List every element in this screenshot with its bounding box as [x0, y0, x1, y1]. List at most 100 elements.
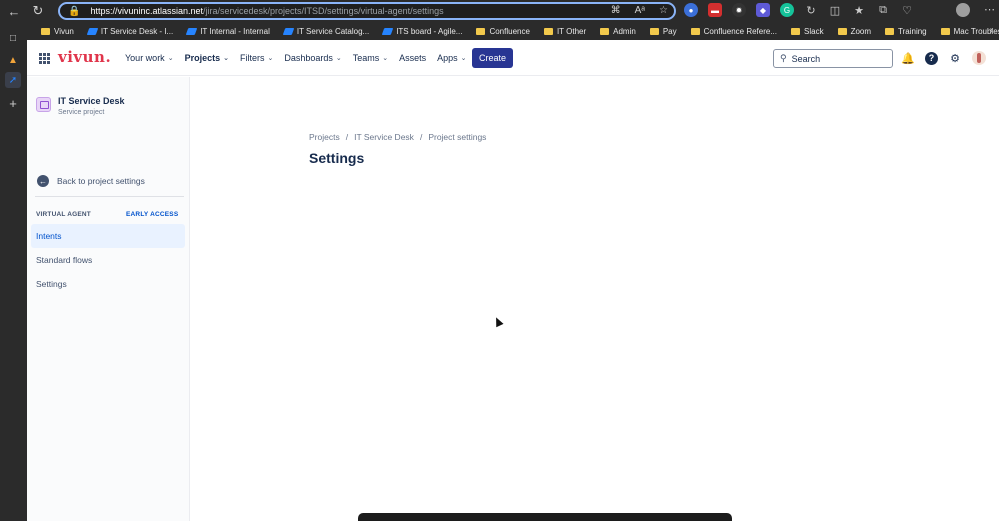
nav-projects[interactable]: Projects ⌄	[185, 53, 229, 63]
chevron-down-icon: ⌄	[460, 55, 467, 62]
extension-teams-icon[interactable]: ◆	[756, 3, 770, 17]
bookmark-label: Pay	[662, 26, 677, 36]
bookmark-item[interactable]: Confluence	[470, 27, 535, 36]
user-avatar[interactable]	[972, 51, 986, 65]
folder-icon	[476, 27, 486, 35]
bookmark-item[interactable]: Zoom	[832, 27, 877, 36]
favorites-icon[interactable]: ★	[852, 3, 866, 17]
breadcrumb-projects[interactable]: Projects	[309, 132, 340, 142]
folder-icon	[837, 27, 847, 35]
section-title: VIRTUAL AGENT	[36, 211, 91, 218]
bookmark-label: Slack	[804, 26, 824, 36]
settings-gear-icon[interactable]: ⚙	[948, 51, 962, 65]
bookmark-item[interactable]: ITS board - Agile...	[377, 27, 468, 36]
address-bar[interactable]: 🔒 https://vivuninc.atlassian.net/jira/se…	[58, 2, 676, 20]
more-menu-icon[interactable]: ⋯	[984, 3, 995, 16]
bookmark-item[interactable]: Confluence Refere...	[685, 27, 783, 36]
url-host: https://vivuninc.atlassian.net	[90, 6, 204, 16]
jira-icon	[86, 27, 99, 35]
sidebar-item-intents[interactable]: Intents	[31, 224, 185, 248]
bookmark-item[interactable]: IT Other	[538, 27, 592, 36]
help-icon[interactable]: ?	[925, 51, 938, 65]
breadcrumb-it-service-desk[interactable]: IT Service Desk	[354, 132, 414, 142]
folder-icon	[543, 27, 553, 35]
health-icon[interactable]: ♡	[900, 3, 914, 17]
nav-your-work[interactable]: Your work ⌄	[125, 53, 174, 63]
nav-label: Your work	[125, 53, 165, 63]
vivun-folder-icon	[41, 27, 50, 35]
bookmark-item[interactable]: Pay	[644, 27, 683, 36]
back-to-project-settings-link[interactable]: ← Back to project settings	[37, 175, 145, 187]
nav-teams[interactable]: Teams ⌄	[353, 53, 388, 63]
browser-window: ← ↻ 🔒 https://vivuninc.atlassian.net/jir…	[0, 0, 999, 521]
nav-assets[interactable]: Assets	[399, 53, 426, 63]
qr-code-icon[interactable]: ⌘	[611, 5, 621, 16]
browser-toolbar: ← ↻ 🔒 https://vivuninc.atlassian.net/jir…	[0, 0, 999, 22]
notifications-icon[interactable]: 🔔	[901, 51, 915, 65]
main-menu: Your work ⌄ Projects ⌄ Filters ⌄ Dashboards ⌄ Te…	[125, 40, 467, 76]
breadcrumb: Projects / IT Service Desk / Project set…	[309, 132, 486, 142]
nav-label: Projects	[184, 53, 221, 63]
lock-icon: 🔒	[68, 5, 81, 17]
folder-icon	[791, 27, 800, 35]
read-aloud-icon[interactable]: Aᵃ	[635, 5, 645, 16]
mouse-cursor-icon	[492, 315, 504, 328]
back-label: Back to project settings	[57, 176, 145, 186]
split-screen-icon[interactable]: ◫	[828, 3, 842, 17]
bookmark-item[interactable]: Slack	[785, 27, 830, 36]
new-tab-icon[interactable]: +	[5, 95, 21, 111]
bookmark-item[interactable]: Admin	[594, 27, 642, 36]
bookmark-label: Training	[898, 26, 927, 36]
reload-icon[interactable]: ↻	[28, 1, 48, 21]
bookmark-label: IT Internal - Internal	[200, 26, 270, 36]
extension-gear-icon[interactable]: ✹	[732, 3, 746, 17]
bookmark-label: Confluence	[489, 26, 530, 36]
nav-filters[interactable]: Filters ⌄	[240, 53, 273, 63]
refresh-extension-icon[interactable]: ↻	[804, 3, 818, 17]
tab-jira-icon[interactable]: ➚	[5, 72, 21, 88]
breadcrumb-separator: /	[419, 132, 423, 142]
app-switcher-icon[interactable]	[39, 53, 50, 64]
bookmark-item[interactable]: Vivun	[35, 27, 80, 36]
bookmark-label: Zoom	[850, 26, 872, 36]
sidebar-divider	[35, 196, 184, 197]
arrow-left-icon: ←	[37, 175, 49, 187]
nav-label: Dashboards	[284, 53, 333, 63]
screen-share-bar	[358, 513, 732, 521]
jira-icon	[381, 27, 394, 35]
vivun-logo[interactable]: vivun.	[58, 48, 111, 66]
folder-icon	[649, 27, 659, 35]
search-icon: ⚲	[780, 53, 787, 63]
breadcrumb-project-settings[interactable]: Project settings	[428, 132, 486, 142]
collections-icon[interactable]: ⧉	[876, 3, 890, 17]
bookmark-item[interactable]: IT Internal - Internal	[181, 27, 276, 36]
grammarly-icon[interactable]: G	[780, 3, 794, 17]
favorite-star-icon[interactable]: ☆	[659, 5, 668, 16]
tab-actions-icon[interactable]: □	[5, 30, 21, 46]
chevron-down-icon: ⌄	[223, 55, 229, 62]
bookmark-label: IT Other	[556, 26, 587, 36]
nav-apps[interactable]: Apps ⌄	[437, 53, 466, 63]
service-project-icon	[36, 97, 51, 112]
project-name[interactable]: IT Service Desk	[58, 96, 125, 106]
search-input[interactable]: ⚲ Search	[773, 49, 893, 68]
extension-red-icon[interactable]: ▬	[708, 3, 722, 17]
nav-dashboards[interactable]: Dashboards ⌄	[284, 53, 341, 63]
chevron-right-icon[interactable]: ›	[990, 25, 993, 36]
profile-avatar-icon[interactable]	[956, 3, 970, 17]
bookmark-label: ITS board - Agile...	[396, 26, 463, 36]
sidebar-item-standard-flows[interactable]: Standard flows	[31, 248, 185, 272]
project-type: Service project	[58, 109, 105, 116]
chevron-down-icon: ⌄	[267, 55, 274, 62]
bookmark-item[interactable]: Training	[879, 27, 933, 36]
breadcrumb-separator: /	[345, 132, 349, 142]
page-title: Settings	[309, 150, 365, 166]
bookmark-item[interactable]: IT Service Catalog...	[278, 27, 375, 36]
sidebar-item-settings[interactable]: Settings	[31, 272, 185, 296]
back-arrow-icon[interactable]: ←	[4, 1, 24, 21]
password-manager-icon[interactable]: ●	[684, 3, 698, 17]
bookmark-item[interactable]: IT Service Desk - I...	[82, 27, 179, 36]
tab-drive-icon[interactable]: ▲	[5, 52, 21, 68]
create-button[interactable]: Create	[472, 48, 513, 68]
nav-label: Assets	[399, 53, 427, 63]
